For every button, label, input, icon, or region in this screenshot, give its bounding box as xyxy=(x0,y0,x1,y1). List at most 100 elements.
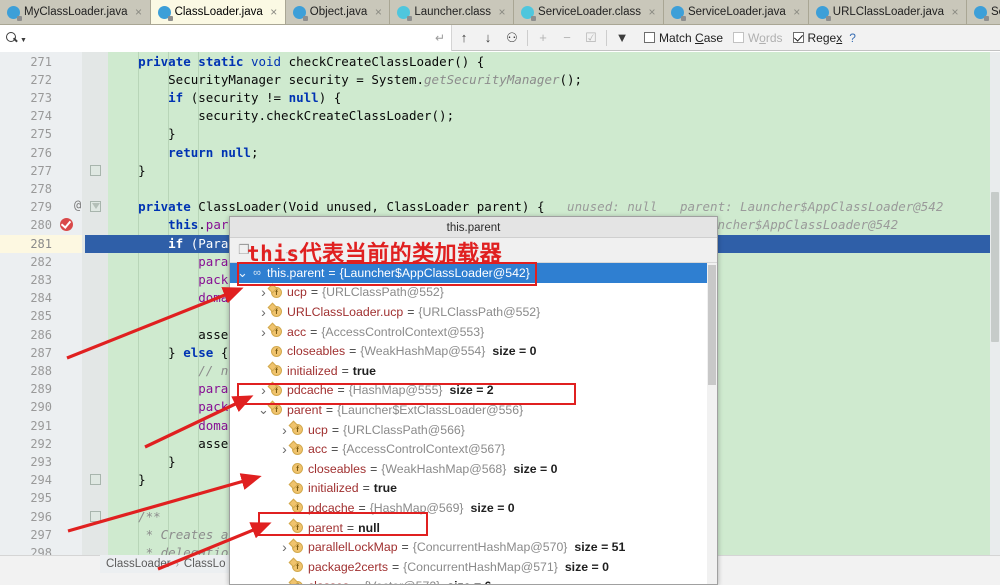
code-line[interactable]: * Creates a xyxy=(108,526,229,544)
variable-tree-row[interactable]: › f pdcache = {HashMap@555} size = 2 xyxy=(230,381,717,401)
variable-value: {HashMap@569} xyxy=(369,500,464,515)
code-line[interactable]: pack xyxy=(108,271,228,289)
code-token: return xyxy=(168,144,221,160)
variable-value: {URLClassPath@552} xyxy=(322,285,444,300)
regex-help-link[interactable]: ? xyxy=(849,31,856,45)
code-line[interactable]: // n xyxy=(108,362,228,380)
tab-close-icon[interactable]: × xyxy=(647,6,657,18)
code-line[interactable]: return null; xyxy=(108,144,258,162)
select-all-occurrences-button[interactable]: ⚇ xyxy=(500,25,524,51)
chevron-down-icon[interactable]: ⌄ xyxy=(236,266,249,279)
variable-equals: = xyxy=(331,422,340,437)
variable-tree-row[interactable]: f parent = null xyxy=(230,518,717,538)
variable-tree-row[interactable]: f initialized = true xyxy=(230,479,717,499)
code-line[interactable]: doma xyxy=(108,417,228,435)
code-fold-marker[interactable] xyxy=(90,201,101,213)
variable-tree-row[interactable]: › f acc = {AccessControlContext@567} xyxy=(230,439,717,459)
code-fold-marker[interactable] xyxy=(90,510,101,522)
variables-tree[interactable]: ⌄ ∞ this.parent = {Launcher$AppClassLoader@5… xyxy=(230,263,717,584)
search-history-chevron-icon[interactable]: ▼ xyxy=(20,37,27,44)
variable-tree-row[interactable]: › f acc = {AccessControlContext@553} xyxy=(230,322,717,342)
editor-tab-launcher-class[interactable]: Launcher.class × xyxy=(390,0,515,24)
find-previous-button[interactable]: ↑ xyxy=(452,25,476,51)
filter-button[interactable]: ▼ xyxy=(610,25,634,51)
popup-vertical-scrollbar[interactable] xyxy=(707,263,717,584)
code-line[interactable]: pack xyxy=(108,398,228,416)
lock-badge-icon xyxy=(407,15,413,21)
tab-close-icon[interactable]: × xyxy=(134,6,144,18)
find-next-button[interactable]: ↓ xyxy=(476,25,500,51)
tab-close-icon[interactable]: × xyxy=(792,6,802,18)
variable-tree-row[interactable]: f package2certs = {ConcurrentHashMap@571} si… xyxy=(230,557,717,577)
code-line[interactable]: private static void checkCreateClassLoad… xyxy=(108,53,484,71)
search-input[interactable] xyxy=(26,29,435,46)
code-fold-marker[interactable] xyxy=(90,164,101,176)
breadcrumb[interactable]: ClassLoader › ClassLo xyxy=(100,555,232,573)
code-line[interactable]: } xyxy=(108,125,176,143)
execution-point-gutter-mark xyxy=(85,234,108,253)
code-line[interactable]: asse xyxy=(108,435,228,453)
breadcrumb-item[interactable]: ClassLoader xyxy=(106,558,171,570)
add-selection-button[interactable]: + xyxy=(531,25,555,51)
variable-tree-row[interactable]: › f ucp = {URLClassPath@566} xyxy=(230,420,717,440)
editor-tab-urlclassloader-java[interactable]: URLClassLoader.java × xyxy=(808,0,968,24)
tab-close-icon[interactable]: × xyxy=(373,6,383,18)
editor-scrollbar-thumb[interactable] xyxy=(991,192,999,342)
variable-tree-row[interactable]: ⌄ f parent = {Launcher$ExtClassLoader@556} xyxy=(230,400,717,420)
annotation-override-marker-icon[interactable]: @ xyxy=(74,198,81,212)
editor-tab-object-java[interactable]: Object.java × xyxy=(285,0,391,24)
variable-tree-row[interactable]: › f parallelLockMap = {ConcurrentHashMap@570… xyxy=(230,537,717,557)
code-line[interactable]: * delegatio xyxy=(108,544,229,555)
variable-tree-row[interactable]: f closeables = {WeakHashMap@568} size = 0 xyxy=(230,459,717,479)
breakpoint-icon[interactable] xyxy=(60,218,73,231)
variable-tree-row[interactable]: › f ucp = {URLClassPath@552} xyxy=(230,283,717,303)
variable-tree-row[interactable]: f initialized = true xyxy=(230,361,717,381)
variable-name: ucp xyxy=(287,285,307,300)
code-line[interactable]: asse xyxy=(108,326,228,344)
code-line[interactable]: /** xyxy=(108,508,161,526)
code-line[interactable]: para xyxy=(108,253,228,271)
match-case-checkbox[interactable]: Match Case xyxy=(644,31,723,45)
remove-selection-button[interactable]: − xyxy=(555,25,579,51)
java-class-file-icon xyxy=(974,5,990,21)
editor-tab-se[interactable]: Se× xyxy=(967,0,1000,24)
code-line[interactable]: SecurityManager security = System.getSec… xyxy=(108,71,582,89)
code-line[interactable]: if (Para xyxy=(108,235,228,253)
editor-tab-serviceloader-class[interactable]: ServiceLoader.class × xyxy=(514,0,664,24)
code-line[interactable]: } xyxy=(108,453,176,471)
tab-close-icon[interactable]: × xyxy=(269,6,279,18)
tab-close-icon[interactable]: × xyxy=(950,6,960,18)
variable-value: {Vector@572} xyxy=(364,579,440,584)
words-checkbox[interactable]: Words xyxy=(733,31,783,45)
variable-tree-row[interactable]: f classes = {Vector@572} size = 6 xyxy=(230,577,717,584)
editor-tab-myclassloader-java[interactable]: MyClassLoader.java × xyxy=(0,0,151,24)
variable-tree-row[interactable]: f closeables = {WeakHashMap@554} size = 0 xyxy=(230,341,717,361)
regex-checkbox[interactable]: Regex xyxy=(792,31,842,45)
code-line[interactable]: } xyxy=(108,471,146,489)
code-line[interactable]: } xyxy=(108,162,146,180)
chevron-down-icon[interactable]: ⌄ xyxy=(257,403,270,416)
code-token: (); xyxy=(559,71,583,87)
code-fold-marker[interactable] xyxy=(90,474,101,486)
code-line[interactable]: para xyxy=(108,380,228,398)
edit-occurrences-button[interactable]: ☑ xyxy=(579,25,603,51)
debugger-value-popup[interactable]: this.parent ❐ ← → ⌄ ∞ this.parent = {Launcher$… xyxy=(229,216,718,585)
code-line[interactable]: private ClassLoader(Void unused, ClassLo… xyxy=(108,198,943,216)
editor-tab-serviceloader-java[interactable]: ServiceLoader.java × xyxy=(663,0,809,24)
code-line[interactable]: security.checkCreateClassLoader(); xyxy=(108,107,454,125)
editor-tab-classloader-java[interactable]: ClassLoader.java × xyxy=(150,0,286,24)
code-line[interactable]: doma xyxy=(108,289,228,307)
editor-vertical-scrollbar[interactable] xyxy=(990,52,1000,555)
tab-close-icon[interactable]: × xyxy=(497,6,507,18)
code-line[interactable]: } else { xyxy=(108,344,228,362)
final-field-icon: f xyxy=(288,577,304,584)
breadcrumb-item[interactable]: ClassLo xyxy=(184,558,226,570)
variable-tree-row[interactable]: › f URLClassLoader.ucp = {URLClassPath@552} xyxy=(230,302,717,322)
variable-name: pdcache xyxy=(308,500,355,515)
search-input-wrapper[interactable]: ▼ ↵ xyxy=(0,24,452,51)
final-field-icon: f xyxy=(267,322,283,338)
popup-scrollbar-thumb[interactable] xyxy=(708,265,716,385)
variable-tree-row[interactable]: f pdcache = {HashMap@569} size = 0 xyxy=(230,498,717,518)
code-line[interactable]: if (security != null) { xyxy=(108,89,341,107)
java-class-file-icon xyxy=(292,5,308,21)
